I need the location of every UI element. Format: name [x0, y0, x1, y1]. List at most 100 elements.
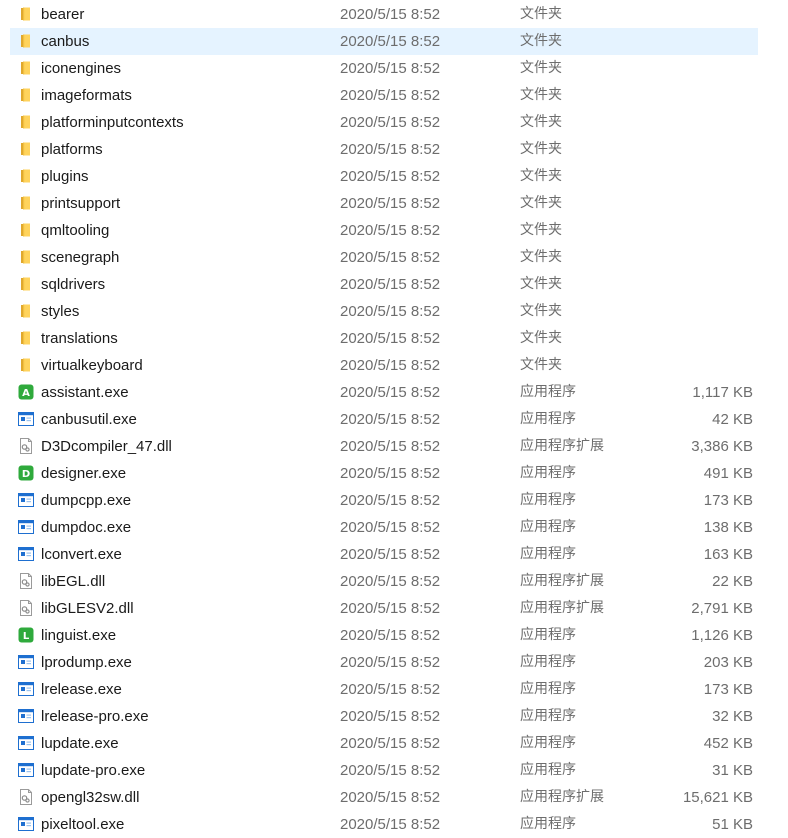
file-row[interactable]: Ddesigner.exe 2020/5/15 8:52 应用程序 491 KB — [10, 460, 758, 487]
file-type: 应用程序 — [520, 384, 576, 400]
file-row[interactable]: virtualkeyboard 2020/5/15 8:52 文件夹 — [10, 352, 758, 379]
file-list: bearer 2020/5/15 8:52 文件夹 canbus 2020/5/15 8… — [10, 1, 758, 838]
folder-icon — [18, 249, 34, 265]
file-row[interactable]: scenegraph 2020/5/15 8:52 文件夹 — [10, 244, 758, 271]
folder-icon — [18, 195, 34, 211]
exe-icon — [18, 681, 34, 697]
folder-icon — [18, 33, 34, 49]
file-date: 2020/5/15 8:52 — [340, 789, 441, 806]
file-row[interactable]: lupdate-pro.exe 2020/5/15 8:52 应用程序 31 KB — [10, 757, 758, 784]
file-type: 应用程序扩展 — [520, 573, 604, 589]
file-size: 173 KB — [703, 681, 753, 698]
file-type: 文件夹 — [520, 330, 562, 346]
file-name: imageformats — [41, 87, 132, 104]
file-row[interactable]: printsupport 2020/5/15 8:52 文件夹 — [10, 190, 758, 217]
folder-icon — [18, 330, 34, 346]
file-row[interactable]: pixeltool.exe 2020/5/15 8:52 应用程序 51 KB — [10, 811, 758, 838]
exe-icon — [18, 411, 34, 427]
file-name: lprodump.exe — [41, 654, 132, 671]
file-date: 2020/5/15 8:52 — [340, 681, 441, 698]
file-row[interactable]: lrelease-pro.exe 2020/5/15 8:52 应用程序 32 KB — [10, 703, 758, 730]
file-type: 文件夹 — [520, 222, 562, 238]
file-row[interactable]: styles 2020/5/15 8:52 文件夹 — [10, 298, 758, 325]
folder-icon — [18, 60, 34, 76]
file-row[interactable]: imageformats 2020/5/15 8:52 文件夹 — [10, 82, 758, 109]
file-row[interactable]: bearer 2020/5/15 8:52 文件夹 — [10, 1, 758, 28]
file-name: sqldrivers — [41, 276, 106, 293]
file-date: 2020/5/15 8:52 — [340, 249, 441, 266]
file-date: 2020/5/15 8:52 — [340, 357, 441, 374]
folder-icon — [18, 168, 34, 184]
file-date: 2020/5/15 8:52 — [340, 33, 441, 50]
file-date: 2020/5/15 8:52 — [340, 573, 441, 590]
file-type: 应用程序 — [520, 708, 576, 724]
file-size: 51 KB — [712, 816, 753, 833]
file-row[interactable]: Llinguist.exe 2020/5/15 8:52 应用程序 1,126 KB — [10, 622, 758, 649]
file-row[interactable]: lprodump.exe 2020/5/15 8:52 应用程序 203 KB — [10, 649, 758, 676]
file-row[interactable]: plugins 2020/5/15 8:52 文件夹 — [10, 163, 758, 190]
folder-icon — [18, 6, 34, 22]
file-size: 173 KB — [703, 492, 753, 509]
file-type: 应用程序 — [520, 816, 576, 832]
dll-icon — [18, 573, 34, 589]
file-row[interactable]: libGLESV2.dll 2020/5/15 8:52 应用程序扩展 2,791 K… — [10, 595, 758, 622]
file-row[interactable]: platforminputcontexts 2020/5/15 8:52 文件夹 — [10, 109, 758, 136]
file-name: printsupport — [41, 195, 121, 212]
file-type: 应用程序 — [520, 519, 576, 535]
file-row[interactable]: lconvert.exe 2020/5/15 8:52 应用程序 163 KB — [10, 541, 758, 568]
file-row[interactable]: qmltooling 2020/5/15 8:52 文件夹 — [10, 217, 758, 244]
file-row[interactable]: platforms 2020/5/15 8:52 文件夹 — [10, 136, 758, 163]
file-name: dumpdoc.exe — [41, 519, 132, 536]
file-date: 2020/5/15 8:52 — [340, 735, 441, 752]
file-row[interactable]: libEGL.dll 2020/5/15 8:52 应用程序扩展 22 KB — [10, 568, 758, 595]
exe-icon — [18, 654, 34, 670]
file-row[interactable]: translations 2020/5/15 8:52 文件夹 — [10, 325, 758, 352]
file-name: iconengines — [41, 60, 122, 77]
file-name: plugins — [41, 168, 89, 185]
file-type: 应用程序 — [520, 411, 576, 427]
folder-icon — [18, 276, 34, 292]
file-date: 2020/5/15 8:52 — [340, 600, 441, 617]
file-name: lupdate.exe — [41, 735, 119, 752]
file-type: 应用程序 — [520, 762, 576, 778]
file-row[interactable]: lupdate.exe 2020/5/15 8:52 应用程序 452 KB — [10, 730, 758, 757]
exe-icon — [18, 519, 34, 535]
file-row[interactable]: iconengines 2020/5/15 8:52 文件夹 — [10, 55, 758, 82]
file-row[interactable]: opengl32sw.dll 2020/5/15 8:52 应用程序扩展 15,621… — [10, 784, 758, 811]
exe-icon — [18, 762, 34, 778]
file-row[interactable]: dumpdoc.exe 2020/5/15 8:52 应用程序 138 KB — [10, 514, 758, 541]
file-date: 2020/5/15 8:52 — [340, 195, 441, 212]
file-date: 2020/5/15 8:52 — [340, 60, 441, 77]
file-type: 应用程序 — [520, 735, 576, 751]
dll-icon — [18, 789, 34, 805]
file-name: opengl32sw.dll — [41, 789, 140, 806]
file-row[interactable]: sqldrivers 2020/5/15 8:52 文件夹 — [10, 271, 758, 298]
file-type: 应用程序扩展 — [520, 600, 604, 616]
file-date: 2020/5/15 8:52 — [340, 168, 441, 185]
file-size: 2,791 KB — [691, 600, 753, 617]
file-size: 163 KB — [703, 546, 753, 563]
file-date: 2020/5/15 8:52 — [340, 519, 441, 536]
file-name: lrelease-pro.exe — [41, 708, 149, 725]
file-date: 2020/5/15 8:52 — [340, 816, 441, 833]
file-name: lupdate-pro.exe — [41, 762, 146, 779]
file-row[interactable]: dumpcpp.exe 2020/5/15 8:52 应用程序 173 KB — [10, 487, 758, 514]
file-row[interactable]: Aassistant.exe 2020/5/15 8:52 应用程序 1,117 KB — [10, 379, 758, 406]
folder-icon — [18, 222, 34, 238]
dll-icon — [18, 600, 34, 616]
file-row[interactable]: D3Dcompiler_47.dll 2020/5/15 8:52 应用程序扩展 3,… — [10, 433, 758, 460]
file-row[interactable]: lrelease.exe 2020/5/15 8:52 应用程序 173 KB — [10, 676, 758, 703]
file-name: lconvert.exe — [41, 546, 122, 563]
file-size: 1,117 KB — [692, 384, 753, 401]
file-name: platforms — [41, 141, 103, 158]
exe-icon — [18, 492, 34, 508]
file-row[interactable]: canbus 2020/5/15 8:52 文件夹 — [10, 28, 758, 55]
file-type: 文件夹 — [520, 114, 562, 130]
file-row[interactable]: canbusutil.exe 2020/5/15 8:52 应用程序 42 KB — [10, 406, 758, 433]
file-type: 应用程序扩展 — [520, 789, 604, 805]
file-size: 15,621 KB — [682, 789, 753, 806]
exe-icon — [18, 735, 34, 751]
file-date: 2020/5/15 8:52 — [340, 627, 441, 644]
file-date: 2020/5/15 8:52 — [340, 708, 441, 725]
file-type: 文件夹 — [520, 249, 562, 265]
